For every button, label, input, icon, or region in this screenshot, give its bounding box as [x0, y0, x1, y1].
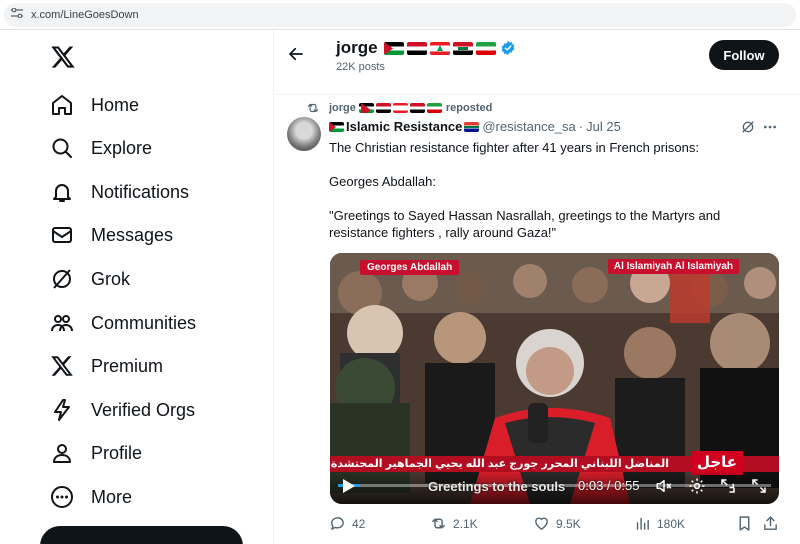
back-arrow-icon[interactable]: [287, 45, 305, 63]
lebanon-flag-icon: [392, 103, 408, 113]
sidebar-item-grok[interactable]: Grok: [50, 264, 130, 294]
palestine-flag-icon: [358, 103, 374, 113]
video-name-tag: Georges Abdallah: [360, 260, 460, 275]
volume-icon[interactable]: [655, 477, 673, 495]
south-africa-flag-icon: [464, 121, 480, 132]
sidebar-item-notifications[interactable]: Notifications: [50, 177, 189, 207]
sidebar-item-messages[interactable]: Messages: [50, 220, 173, 250]
video-player[interactable]: Georges Abdallah Al Islamiyah Al Islamiy…: [330, 253, 779, 504]
tweet-text-line: "Greetings to Sayed Hassan Nasrallah, gr…: [329, 208, 721, 240]
share-icon[interactable]: [762, 515, 779, 532]
repost-button[interactable]: 2.1K: [430, 515, 478, 532]
envelope-icon: [52, 227, 72, 243]
iraq-flag-icon: [452, 41, 473, 55]
yemen-flag-icon: [375, 103, 391, 113]
repost-indicator[interactable]: jorge reposted: [306, 101, 492, 115]
grok-icon: [53, 269, 71, 289]
column-divider: [273, 30, 274, 544]
tweet-header: Islamic Resistance @resistance_sa · Jul …: [329, 119, 621, 134]
repost-label: reposted: [445, 102, 493, 114]
video-time: 0:03 / 0:55: [578, 478, 640, 493]
repost-icon: [307, 103, 319, 113]
tweet-text-line: The Christian resistance fighter after 4…: [329, 140, 699, 155]
sidebar-item-verified-orgs[interactable]: Verified Orgs: [50, 395, 195, 425]
sidebar-item-label: Explore: [91, 137, 153, 158]
sidebar-item-communities[interactable]: Communities: [50, 308, 196, 338]
reply-count: 42: [352, 516, 366, 531]
avatar[interactable]: [287, 117, 321, 151]
reply-icon: [331, 517, 344, 530]
sidebar-item-label: Messages: [91, 224, 174, 245]
lightning-icon: [54, 399, 70, 421]
person-icon: [53, 444, 71, 463]
palestine-flag-icon: [383, 41, 404, 55]
sidebar-item-premium[interactable]: Premium: [50, 351, 163, 381]
sidebar-item-label: More: [91, 486, 133, 507]
separator: ·: [578, 119, 584, 134]
post-button[interactable]: [40, 526, 243, 544]
sidebar-item-profile[interactable]: Profile: [50, 438, 142, 468]
analytics-icon: [636, 517, 649, 530]
like-count: 9.5K: [556, 516, 581, 531]
url-text[interactable]: x.com/LineGoesDown: [31, 9, 139, 21]
profile-display-name: jorge: [336, 38, 378, 57]
browser-address-bar[interactable]: x.com/LineGoesDown: [0, 0, 800, 30]
lebanon-flag-icon: [429, 41, 450, 55]
people-icon: [51, 315, 73, 332]
fullscreen-icon[interactable]: [750, 477, 768, 495]
author-handle[interactable]: @resistance_sa: [482, 119, 575, 134]
play-icon[interactable]: [342, 478, 356, 494]
iran-flag-icon: [426, 103, 442, 113]
sidebar-item-label: Premium: [91, 355, 164, 376]
profile-name: jorge: [336, 38, 516, 58]
reply-button[interactable]: 42: [329, 515, 365, 532]
tweet-text-line: Georges Abdallah:: [329, 174, 436, 189]
video-channel-tag: Al Islamiyah Al Islamiyah: [607, 259, 739, 274]
repost-count: 2.1K: [453, 516, 478, 531]
sidebar-item-home[interactable]: Home: [50, 90, 139, 120]
sidebar-item-label: Home: [91, 94, 140, 115]
verified-badge-icon: [501, 41, 514, 55]
bookmark-icon[interactable]: [736, 515, 753, 532]
home-icon: [52, 95, 72, 115]
search-icon: [52, 138, 72, 158]
yemen-flag-icon: [406, 41, 427, 55]
sidebar-item-more[interactable]: More: [50, 482, 132, 512]
heart-icon: [535, 517, 548, 530]
settings-gear-icon[interactable]: [688, 477, 706, 495]
views-count: 180K: [657, 516, 686, 531]
views-button[interactable]: 180K: [634, 515, 685, 532]
reposter-flag-emojis: [358, 103, 442, 113]
bell-icon: [53, 184, 71, 202]
tweet-date[interactable]: Jul 25: [586, 119, 621, 134]
follow-button[interactable]: Follow: [709, 40, 779, 70]
picture-in-picture-icon[interactable]: [719, 477, 737, 495]
iran-flag-icon: [475, 41, 496, 55]
sidebar-item-label: Grok: [91, 268, 131, 289]
repost-icon: [432, 518, 445, 529]
x-logo-icon: [51, 356, 73, 376]
palestine-flag-icon: [329, 121, 344, 132]
sidebar-item-label: Verified Orgs: [91, 399, 196, 420]
sidebar-item-label: Notifications: [91, 181, 190, 202]
posts-count: 22K posts: [336, 61, 385, 73]
sidebar-item-label: Profile: [91, 442, 143, 463]
grok-icon[interactable]: [740, 119, 756, 135]
video-subtitle: Greetings to the souls: [428, 479, 566, 494]
author-display-name[interactable]: Islamic Resistance: [346, 119, 462, 134]
x-logo-icon[interactable]: [50, 44, 76, 70]
more-options-icon[interactable]: [762, 119, 778, 135]
iraq-flag-icon: [409, 103, 425, 113]
more-circle-icon: [51, 486, 73, 508]
sidebar-item-explore[interactable]: Explore: [50, 133, 152, 163]
site-settings-icon[interactable]: [10, 8, 24, 18]
sidebar-item-label: Communities: [91, 312, 197, 333]
like-button[interactable]: 9.5K: [533, 515, 581, 532]
header-divider: [274, 94, 800, 95]
reposter-name[interactable]: jorge: [329, 102, 356, 114]
flag-emojis: [383, 41, 496, 55]
